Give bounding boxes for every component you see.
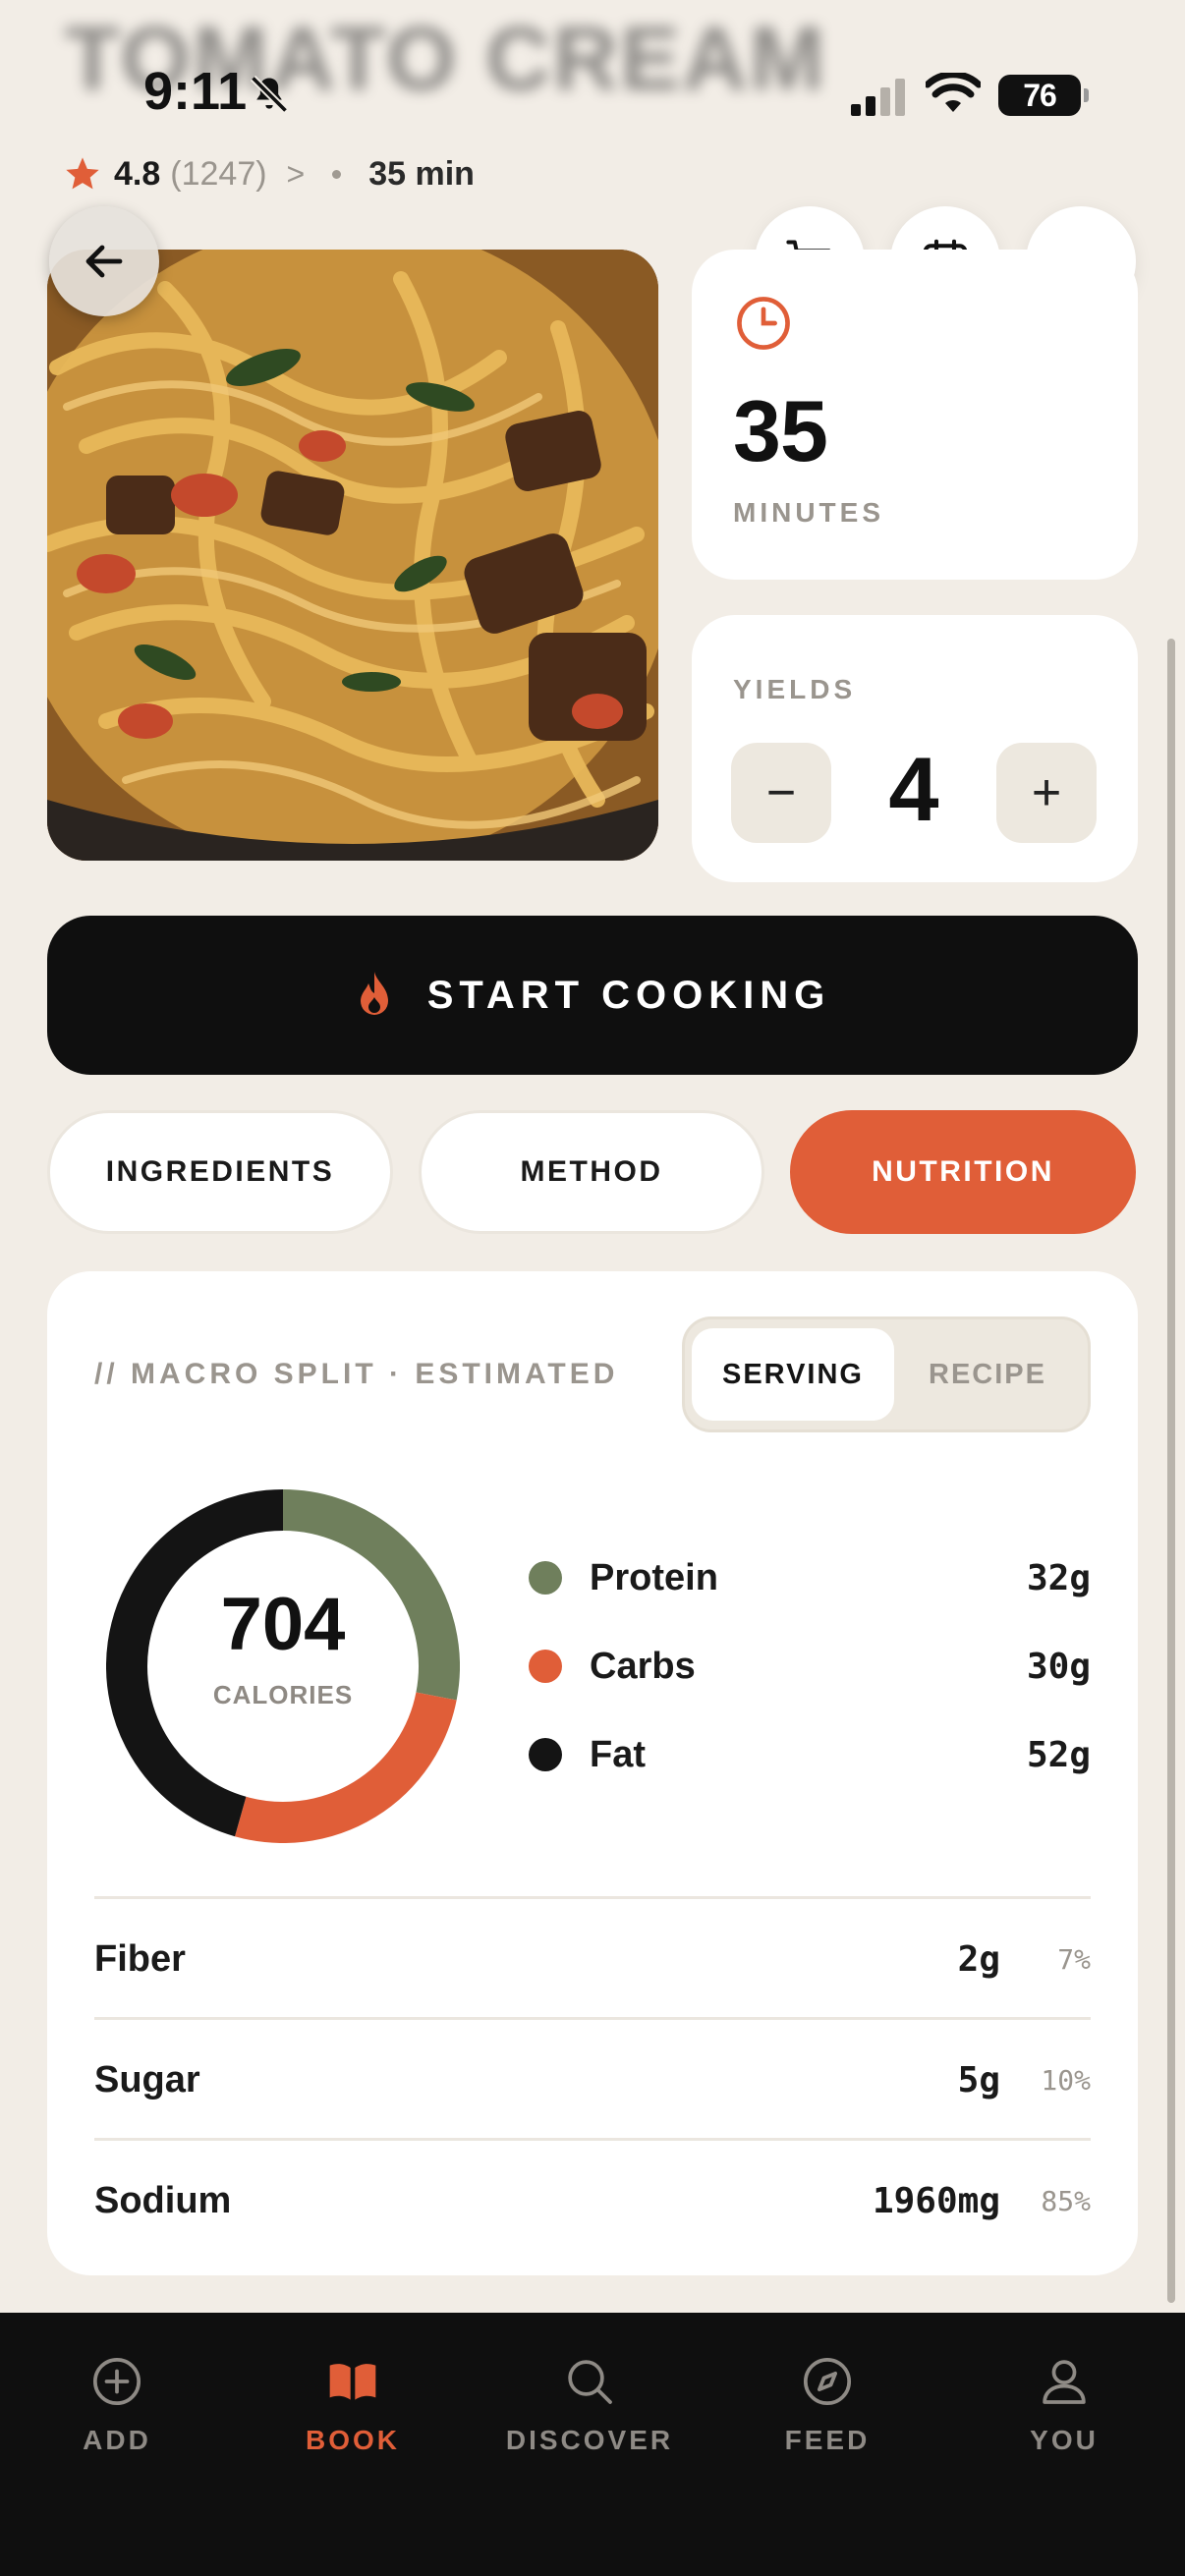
- nutrient-value: 2g: [957, 1938, 1000, 1980]
- recipe-photo: [47, 250, 658, 861]
- yield-value: 4: [888, 740, 939, 840]
- nutrient-value: 1960mg: [872, 2180, 1000, 2221]
- calories-value: 704: [220, 1583, 346, 1666]
- nav-book[interactable]: BOOK: [254, 2354, 451, 2456]
- toggle-recipe[interactable]: RECIPE: [894, 1328, 1081, 1421]
- cellular-signal-icon: [851, 79, 905, 116]
- yields-label: YIELDS: [733, 674, 857, 704]
- nutrient-name: Sugar: [94, 2058, 200, 2100]
- macro-row-protein: Protein 32g: [529, 1548, 1091, 1607]
- calories-label: CALORIES: [212, 1680, 354, 1709]
- macro-row-fat: Fat 52g: [529, 1725, 1091, 1784]
- nutrient-value: 5g: [957, 2059, 1000, 2100]
- total-time-unit: MINUTES: [733, 497, 884, 528]
- rating-value: 4.8: [114, 154, 161, 193]
- start-cooking-button[interactable]: START COOKING: [47, 916, 1138, 1075]
- nav-label: ADD: [83, 2425, 151, 2455]
- nutrient-percent: 10%: [1041, 2063, 1091, 2097]
- recipe-duration: 35 min: [368, 154, 475, 193]
- nav-label: YOU: [1030, 2425, 1099, 2455]
- person-icon: [1043, 2360, 1086, 2404]
- compass-icon: [803, 2357, 852, 2406]
- increase-yield-button[interactable]: +: [996, 743, 1097, 843]
- nutrient-percent: 7%: [1057, 1942, 1091, 1976]
- nav-feed[interactable]: FEED: [729, 2354, 926, 2456]
- arrow-left-icon: [85, 245, 123, 278]
- macro-value: 52g: [1026, 1734, 1091, 1775]
- search-icon: [568, 2360, 612, 2404]
- back-button[interactable]: [49, 206, 159, 316]
- status-time: 9:11: [143, 62, 248, 121]
- nutrient-row-fiber: Fiber 2g 7%: [94, 1920, 1091, 1998]
- macro-name: Protein: [590, 1556, 718, 1598]
- total-time-value: 35: [733, 382, 828, 479]
- bell-muted-icon: [250, 75, 289, 114]
- carbs-legend-dot: [529, 1650, 562, 1683]
- protein-legend-dot: [529, 1561, 562, 1595]
- start-cooking-label: START COOKING: [426, 973, 831, 1017]
- nutrient-name: Fiber: [94, 1937, 186, 1980]
- nav-label: BOOK: [306, 2425, 400, 2455]
- nutrient-row-sugar: Sugar 5g 10%: [94, 2041, 1091, 2119]
- macro-split-title: // MACRO SPLIT · ESTIMATED: [94, 1358, 619, 1390]
- donut-segment-carbs: [235, 1692, 457, 1843]
- scrollbar[interactable]: [1167, 639, 1175, 2303]
- star-icon: [66, 157, 99, 190]
- macro-value: 30g: [1026, 1646, 1091, 1687]
- divider: [94, 1896, 1091, 1899]
- tab-nutrition[interactable]: NUTRITION: [790, 1110, 1136, 1234]
- nutrient-name: Sodium: [94, 2179, 232, 2221]
- divider: [94, 2017, 1091, 2020]
- macro-value: 32g: [1026, 1557, 1091, 1598]
- nav-label: FEED: [784, 2425, 871, 2455]
- macro-name: Fat: [590, 1733, 646, 1775]
- add-circle-icon: [92, 2357, 141, 2406]
- battery-indicator: 76: [998, 75, 1089, 116]
- nav-add[interactable]: ADD: [19, 2354, 215, 2456]
- clock-icon: [737, 297, 790, 350]
- separator-dot: [332, 169, 342, 179]
- toggle-serving[interactable]: SERVING: [692, 1328, 894, 1421]
- book-icon: [329, 2364, 376, 2400]
- divider: [94, 2138, 1091, 2141]
- recipe-meta-row[interactable]: 4.8 (1247) > 35 min: [63, 149, 475, 198]
- tab-ingredients[interactable]: INGREDIENTS: [47, 1110, 393, 1234]
- nav-discover[interactable]: DISCOVER: [491, 2354, 688, 2456]
- chevron-right-icon: >: [286, 155, 306, 192]
- wifi-icon: [926, 73, 981, 112]
- nutrient-percent: 85%: [1041, 2184, 1091, 2217]
- decrease-yield-button[interactable]: −: [731, 743, 831, 843]
- macro-name: Carbs: [590, 1645, 696, 1687]
- flame-icon: [360, 972, 388, 1015]
- macro-row-carbs: Carbs 30g: [529, 1637, 1091, 1696]
- nav-you[interactable]: YOU: [966, 2354, 1162, 2456]
- nav-label: DISCOVER: [505, 2425, 674, 2455]
- nutrient-row-sodium: Sodium 1960mg 85%: [94, 2161, 1091, 2240]
- fat-legend-dot: [529, 1738, 562, 1771]
- tab-method[interactable]: METHOD: [419, 1110, 764, 1234]
- review-count: (1247): [170, 154, 267, 193]
